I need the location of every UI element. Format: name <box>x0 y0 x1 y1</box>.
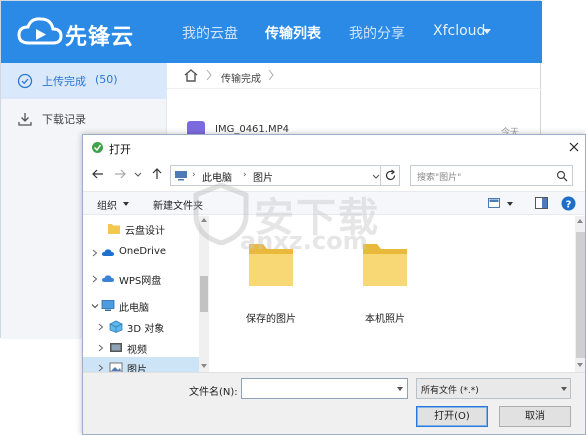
scroll-up-icon[interactable] <box>577 219 583 223</box>
tree-item-pictures[interactable]: 图片 <box>83 357 199 372</box>
chevron-down-icon[interactable] <box>561 387 567 391</box>
cloud-icon <box>102 275 114 282</box>
sidebar-item-upload-done[interactable]: 上传完成 (50) <box>1 63 167 99</box>
address-segment-this-pc[interactable]: 此电脑 <box>202 169 232 184</box>
refresh-button[interactable] <box>380 165 400 186</box>
address-segment-pictures[interactable]: 图片 <box>253 169 273 184</box>
tree-item-label: 此电脑 <box>119 303 149 314</box>
chevron-down-icon[interactable] <box>483 29 491 34</box>
scroll-down-icon[interactable] <box>577 363 583 367</box>
search-placeholder: 搜索"图片" <box>417 173 462 183</box>
up-arrow-icon[interactable] <box>150 167 164 181</box>
brand-name: 先锋云 <box>65 25 135 50</box>
tree-item-3d-objects[interactable]: 3D 对象 <box>83 316 199 338</box>
view-icon[interactable] <box>488 198 500 208</box>
scrollbar-thumb[interactable] <box>576 232 585 358</box>
chevron-down-icon[interactable] <box>123 202 129 206</box>
video-icon <box>110 343 122 352</box>
navigation-tree: 云盘设计 OneDrive WPS网盘 此电脑 3D 对象 视频 图片 <box>83 216 209 372</box>
chevron-down-icon[interactable] <box>397 387 403 391</box>
chevron-right-icon[interactable] <box>97 364 105 372</box>
chevron-right-icon[interactable] <box>97 344 105 352</box>
dialog-title: 打开 <box>109 143 131 156</box>
preview-pane-icon[interactable] <box>535 197 548 209</box>
chevron-down-icon[interactable] <box>133 167 143 181</box>
refresh-icon <box>385 169 396 181</box>
filename-input[interactable] <box>241 378 408 399</box>
tree-item-wps-drive[interactable]: WPS网盘 <box>83 268 199 290</box>
sidebar-item-label: 上传完成 <box>42 75 86 88</box>
tree-item-label: 图片 <box>127 365 147 372</box>
check-circle-icon <box>17 73 33 89</box>
tree-item-label: 云盘设计 <box>125 226 165 237</box>
nav-transfer-list[interactable]: 传输列表 <box>265 23 321 43</box>
help-icon[interactable]: ? <box>561 196 576 211</box>
chevron-right-icon: › <box>192 170 196 180</box>
chevron-down-icon[interactable] <box>91 302 99 310</box>
chevron-right-icon[interactable] <box>91 249 99 257</box>
tree-item-label: 视频 <box>127 345 147 356</box>
file-view-scrollbar[interactable] <box>575 216 585 372</box>
chevron-right-icon <box>206 69 212 81</box>
app-header: 先锋云 我的云盘 传输列表 我的分享 Xfcloud <box>1 1 542 63</box>
picture-icon <box>109 362 123 372</box>
search-input[interactable]: 搜索"图片" <box>410 165 573 186</box>
close-icon[interactable] <box>567 140 581 154</box>
nav-my-cloud[interactable]: 我的云盘 <box>182 23 238 43</box>
filetype-select[interactable]: 所有文件 (*.*) <box>416 378 571 399</box>
tree-item-this-pc[interactable]: 此电脑 <box>83 295 199 317</box>
app-icon <box>92 142 103 153</box>
scroll-down-icon[interactable] <box>201 364 207 368</box>
watermark-subtext: anxz.com <box>240 227 368 255</box>
download-icon <box>18 113 32 126</box>
back-arrow-icon[interactable] <box>91 167 105 181</box>
tree-item-videos[interactable]: 视频 <box>83 337 199 359</box>
open-file-dialog: 打开 › 此电脑 › 图片 搜索"图片" 组织 新建文件夹 ? 云盘设计 One… <box>82 134 586 435</box>
sidebar-item-download-log[interactable]: 下载记录 <box>1 101 167 137</box>
filetype-value: 所有文件 (*.*) <box>421 386 479 396</box>
folder-label: 本机照片 <box>365 314 405 325</box>
chevron-right-icon: › <box>243 170 247 180</box>
dialog-footer: 文件名(N): 所有文件 (*.*) 打开(O) 取消 <box>83 372 585 434</box>
open-button[interactable]: 打开(O) <box>416 406 488 427</box>
computer-icon <box>101 300 115 311</box>
cloud-icon <box>102 249 114 256</box>
scrollbar-thumb[interactable] <box>200 276 208 312</box>
sidebar-item-count: (50) <box>95 73 118 86</box>
svg-text:?: ? <box>566 199 572 210</box>
watermark: 安下载 anxz.com <box>192 183 382 263</box>
forward-arrow-icon[interactable] <box>113 167 127 181</box>
dialog-titlebar: 打开 <box>83 135 585 161</box>
user-menu[interactable]: Xfcloud <box>433 23 485 39</box>
tree-item-label: WPS网盘 <box>119 276 162 287</box>
search-icon[interactable] <box>556 170 568 182</box>
chevron-right-icon <box>268 69 274 81</box>
tree-item-cloud-design[interactable]: 云盘设计 <box>83 218 199 240</box>
breadcrumb-current[interactable]: 传输完成 <box>221 70 261 85</box>
nav-my-share[interactable]: 我的分享 <box>349 23 405 43</box>
computer-icon <box>175 171 187 181</box>
tree-item-onedrive[interactable]: OneDrive <box>83 242 199 264</box>
cube-icon <box>109 320 123 333</box>
filename-label: 文件名(N): <box>189 387 238 398</box>
folder-label: 保存的图片 <box>246 314 296 325</box>
cancel-button[interactable]: 取消 <box>499 406 571 427</box>
chevron-right-icon[interactable] <box>91 275 99 283</box>
organize-button[interactable]: 组织 <box>97 197 117 212</box>
tree-item-label: 3D 对象 <box>127 324 165 335</box>
chevron-down-icon[interactable] <box>507 202 513 206</box>
folder-icon <box>108 224 120 234</box>
home-icon[interactable] <box>183 68 199 83</box>
tree-item-label: OneDrive <box>119 246 167 257</box>
chevron-right-icon[interactable] <box>97 323 105 331</box>
breadcrumb: 传输完成 <box>167 63 542 89</box>
sidebar-item-label: 下载记录 <box>42 113 86 126</box>
